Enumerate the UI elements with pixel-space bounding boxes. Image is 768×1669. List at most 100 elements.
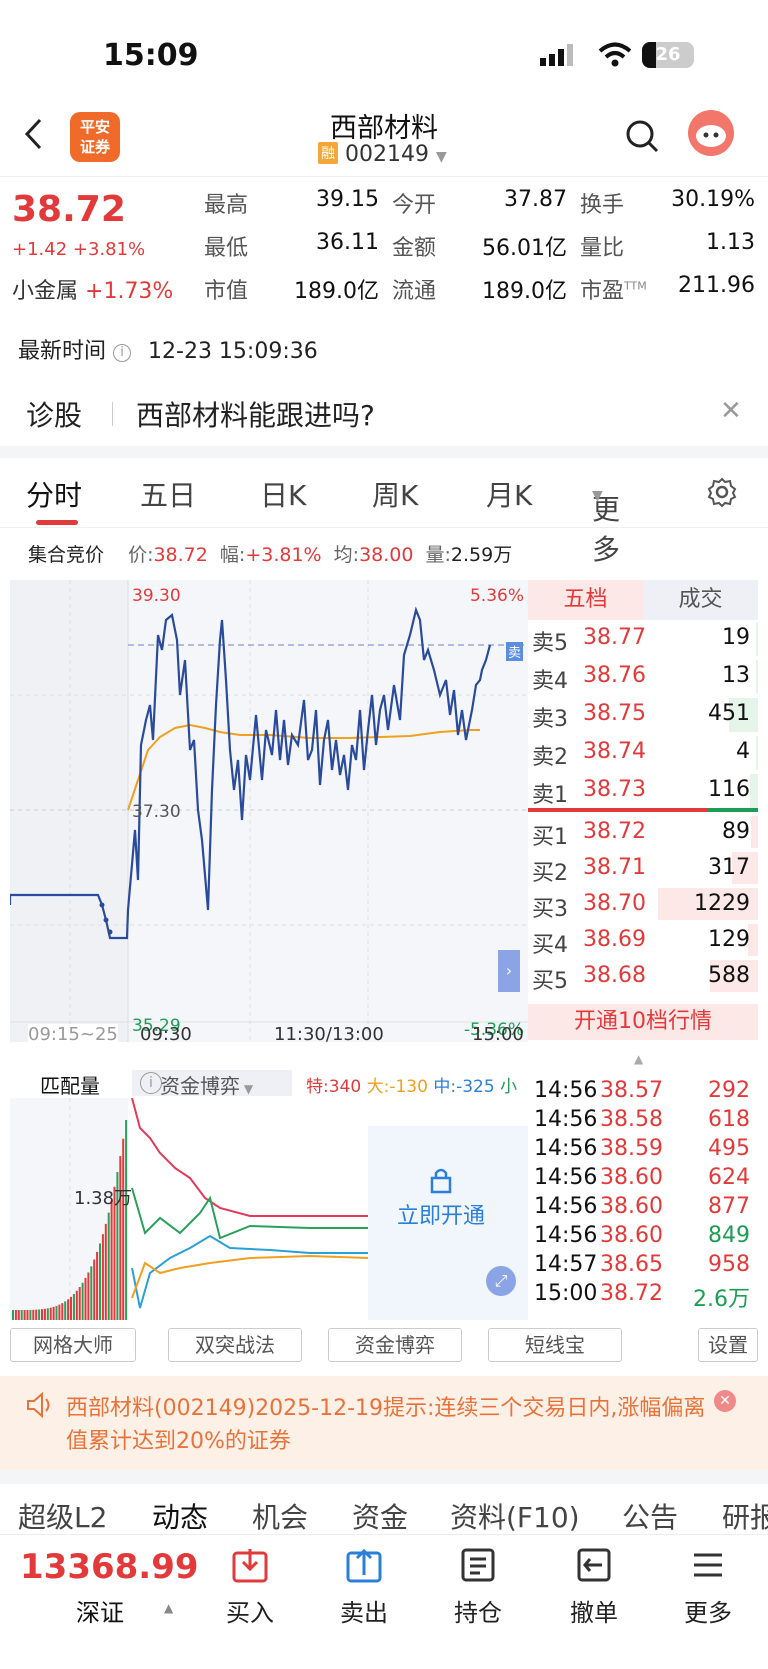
match-volume-bar bbox=[26, 1309, 29, 1320]
info-icon[interactable]: i bbox=[140, 1072, 162, 1094]
info-icon[interactable]: i bbox=[113, 344, 132, 362]
tab-daily[interactable]: 日K bbox=[260, 474, 306, 514]
match-volume-bar bbox=[38, 1309, 41, 1320]
expand-panel-button[interactable]: › bbox=[498, 950, 520, 992]
match-volume-bar bbox=[43, 1308, 46, 1320]
tab-5day[interactable]: 五日 bbox=[140, 474, 196, 514]
grid-master-button[interactable]: 网格大师 bbox=[10, 1328, 136, 1362]
stock-code-row[interactable]: 融 002149 ▼ bbox=[318, 142, 447, 167]
bid-label: 买2 bbox=[532, 861, 568, 886]
assistant-avatar-icon[interactable] bbox=[688, 110, 734, 156]
cancel-order-button[interactable]: 撤单 bbox=[554, 1547, 634, 1628]
match-volume-bar bbox=[99, 1243, 101, 1320]
x-label-auction: 09:15~25 bbox=[28, 1024, 118, 1045]
sector-info[interactable]: 小金属 +1.73% bbox=[12, 273, 173, 305]
high-label: 最高 bbox=[204, 193, 249, 218]
tab-announcements[interactable]: 公告 bbox=[622, 1496, 678, 1536]
ask-row[interactable]: 卖4 38.76 13 bbox=[528, 658, 758, 696]
ask-row[interactable]: 卖2 38.74 4 bbox=[528, 734, 758, 772]
chevron-down-icon: ▼ bbox=[240, 1082, 254, 1096]
open-value: 37.87 bbox=[504, 187, 567, 212]
match-volume-bar bbox=[58, 1304, 61, 1320]
ask-row[interactable]: 卖5 38.77 19 bbox=[528, 620, 758, 658]
settings-gear-icon[interactable] bbox=[706, 476, 738, 515]
trade-row: 14:56 38.58 618 bbox=[528, 1107, 758, 1136]
ask-row[interactable]: 卖1 38.73 116 bbox=[528, 772, 758, 810]
close-icon[interactable]: ✕ bbox=[720, 396, 742, 426]
tab-trades[interactable]: 成交 bbox=[643, 580, 758, 620]
ask-label: 卖2 bbox=[532, 745, 568, 770]
match-volume-bar bbox=[84, 1277, 87, 1320]
signal-icon bbox=[540, 44, 576, 70]
tab-f10[interactable]: 资料(F10) bbox=[450, 1496, 580, 1536]
ask-row[interactable]: 卖3 38.75 451 bbox=[528, 696, 758, 734]
diagnose-banner[interactable]: 诊股 西部材料能跟进吗? ✕ bbox=[0, 380, 768, 446]
tab-five-levels[interactable]: 五档 bbox=[528, 580, 643, 620]
chart-tabs: 分时 五日 日K 周K 月K 更多 ▼ bbox=[0, 460, 768, 566]
status-time: 15:09 bbox=[103, 38, 199, 73]
bid-label: 买4 bbox=[532, 933, 568, 958]
trade-volume: 624 bbox=[708, 1165, 750, 1190]
tab-funds[interactable]: 资金 bbox=[352, 1496, 408, 1536]
trade-volume: 849 bbox=[708, 1223, 750, 1248]
chevron-up-icon[interactable]: ▲ bbox=[634, 1052, 643, 1066]
unlock-button[interactable]: 立即开通 bbox=[386, 1166, 496, 1230]
ask-label: 卖3 bbox=[532, 707, 568, 732]
upgrade-10-levels-button[interactable]: 开通10档行情 bbox=[528, 1004, 758, 1040]
trade-price: 38.60 bbox=[600, 1194, 663, 1219]
sell-marker-badge[interactable]: 卖 bbox=[506, 642, 524, 661]
buy-button[interactable]: 买入 bbox=[210, 1547, 290, 1628]
risk-notice[interactable]: 西部材料(002149)2025-12-19提示:连续三个交易日内,涨幅偏离值累… bbox=[0, 1376, 768, 1470]
bid-row[interactable]: 买4 38.69 129 bbox=[528, 922, 758, 960]
match-volume-bar bbox=[49, 1307, 52, 1320]
fullscreen-icon[interactable]: ⤢ bbox=[486, 1266, 516, 1296]
bid-row[interactable]: 买2 38.71 317 bbox=[528, 850, 758, 888]
match-volume-bar bbox=[81, 1282, 84, 1320]
trade-time: 14:56 bbox=[534, 1107, 598, 1132]
sell-button[interactable]: 卖出 bbox=[324, 1547, 404, 1628]
match-volume-bar bbox=[70, 1296, 72, 1320]
sub-tab-match-volume[interactable]: 匹配量 bbox=[10, 1070, 130, 1098]
tab-intraday[interactable]: 分时 bbox=[26, 474, 82, 514]
fund-game-button[interactable]: 资金博弈 bbox=[328, 1328, 462, 1362]
bid-row[interactable]: 买3 38.70 1229 bbox=[528, 886, 758, 924]
buy-icon bbox=[232, 1549, 268, 1583]
more-button[interactable]: 更多 bbox=[668, 1547, 748, 1628]
bid-volume: 588 bbox=[708, 963, 750, 988]
trade-time: 14:56 bbox=[534, 1223, 598, 1248]
intraday-chart[interactable]: 39.30 37.30 35.29 5.36% -5.36% 卖 › 09:15… bbox=[8, 580, 528, 1045]
tab-super-l2[interactable]: 超级L2 bbox=[18, 1496, 107, 1536]
trade-volume: 292 bbox=[708, 1078, 750, 1103]
bottom-action-bar: 13368.99 深证 ▲ 买入 卖出 持仓 撤单 更多 bbox=[0, 1534, 768, 1669]
settings-button[interactable]: 设置 bbox=[698, 1328, 758, 1362]
last-price: 38.72 bbox=[12, 189, 126, 230]
low-value: 36.11 bbox=[316, 230, 379, 255]
position-button[interactable]: 持仓 bbox=[438, 1547, 518, 1628]
chevron-up-icon[interactable]: ▲ bbox=[164, 1601, 173, 1615]
double-breakout-button[interactable]: 双突战法 bbox=[168, 1328, 302, 1362]
top-nav: 平安 证券 西部材料 融 002149 ▼ bbox=[0, 100, 768, 176]
bid-row[interactable]: 买5 38.68 588 bbox=[528, 958, 758, 996]
match-volume-bar bbox=[67, 1299, 70, 1320]
tab-reports[interactable]: 研报 bbox=[722, 1496, 768, 1536]
tab-news[interactable]: 动态 bbox=[152, 1496, 208, 1536]
match-volume-bar bbox=[61, 1303, 64, 1320]
tab-weekly[interactable]: 周K bbox=[372, 474, 418, 514]
match-volume-bar bbox=[17, 1309, 20, 1320]
match-volume-bar bbox=[119, 1156, 122, 1320]
ask-label: 卖1 bbox=[532, 783, 568, 808]
index-name[interactable]: 深证 bbox=[76, 1593, 124, 1628]
turnover-value: 30.19% bbox=[671, 187, 755, 212]
search-icon[interactable] bbox=[624, 118, 660, 158]
auction-title: 集合竞价 bbox=[28, 544, 105, 566]
tab-opportunity[interactable]: 机会 bbox=[252, 1496, 308, 1536]
bid-volume: 89 bbox=[722, 819, 750, 844]
bid-label: 买3 bbox=[532, 897, 568, 922]
close-icon[interactable]: ✕ bbox=[714, 1390, 736, 1412]
tab-monthly[interactable]: 月K bbox=[486, 474, 532, 514]
ask-price: 38.75 bbox=[583, 701, 646, 726]
intraday-chart-svg bbox=[8, 580, 528, 1042]
index-value[interactable]: 13368.99 bbox=[20, 1547, 199, 1587]
short-line-button[interactable]: 短线宝 bbox=[488, 1328, 622, 1362]
bid-row[interactable]: 买1 38.72 89 bbox=[528, 814, 758, 852]
